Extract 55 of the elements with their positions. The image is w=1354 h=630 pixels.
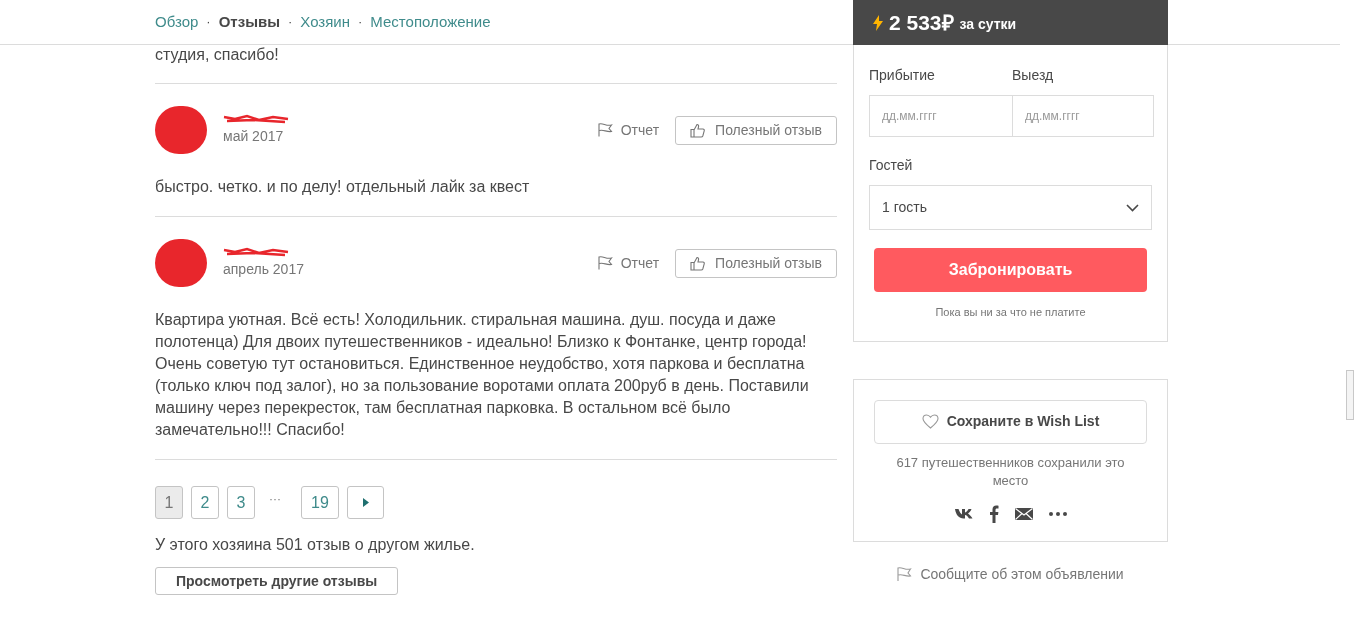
next-arrow-icon bbox=[362, 498, 369, 507]
other-reviews-button[interactable]: Просмотреть другие отзывы bbox=[155, 567, 399, 595]
page-button[interactable]: 19 bbox=[301, 486, 339, 519]
book-button[interactable]: Забронировать bbox=[874, 248, 1147, 292]
page-button[interactable]: 1 bbox=[155, 486, 183, 519]
price: 2 533₽ bbox=[889, 9, 954, 36]
guests-select[interactable]: 1 гость bbox=[869, 185, 1152, 230]
avatar bbox=[155, 239, 207, 287]
flag-icon bbox=[597, 256, 613, 270]
host-reviews-note: У этого хозяина 501 отзыв о другом жилье. bbox=[155, 535, 476, 555]
thumbs-up-icon bbox=[690, 122, 706, 138]
report-link[interactable]: Отчет bbox=[597, 119, 660, 141]
checkin-field[interactable]: дд.мм.гггг bbox=[869, 95, 1013, 137]
avatar bbox=[155, 106, 207, 154]
flag-icon bbox=[597, 123, 613, 137]
thumbs-up-icon bbox=[690, 255, 706, 271]
nav-tab[interactable]: Обзор bbox=[155, 10, 199, 34]
scrollbar-thumb[interactable] bbox=[1346, 370, 1354, 420]
chevron-down-icon bbox=[1126, 203, 1139, 212]
page-button[interactable]: 2 bbox=[191, 486, 219, 519]
nav-separator: · bbox=[206, 13, 211, 32]
payment-note: Пока вы ни за что не платите bbox=[934, 305, 1087, 320]
field-label: Выезд bbox=[1012, 66, 1054, 85]
heart-icon bbox=[921, 414, 939, 429]
vk-icon[interactable] bbox=[954, 508, 973, 519]
price-period: за сутки bbox=[959, 14, 1017, 34]
flag-icon bbox=[897, 566, 913, 582]
report-link[interactable]: Отчет bbox=[597, 252, 660, 274]
lightning-icon bbox=[873, 14, 883, 31]
facebook-icon[interactable] bbox=[988, 504, 999, 523]
review-text: Квартира уютная. Всё есть! Холодильник. стиральная машина. душ. посуда и даже полотенца) Для двоих путешественников - идеально! Близко к Фонтанке, центр города! Очень советую тут остановиться. Единственное неудобство, хотя паркова и бесплатна (только ключ под залог), но за пользование воротами оплата 200руб в день. Поставили машину через перекресток, там бесплатная парковка. В остальном всё было замечательно!!! Спасибо! bbox=[155, 310, 810, 440]
mail-icon[interactable] bbox=[1014, 507, 1033, 520]
helpful-button[interactable]: Полезный отзыв bbox=[675, 115, 837, 145]
redaction-scribble bbox=[223, 246, 289, 257]
redaction-scribble bbox=[223, 113, 289, 124]
page-button[interactable]: 3 bbox=[227, 486, 255, 519]
review-text: быстро. четко. и по делу! отдельный лайк за квест bbox=[155, 177, 531, 197]
field-label: Гостей bbox=[869, 156, 914, 175]
nav-separator: · bbox=[358, 13, 363, 32]
saved-count-text: 617 путешественников сохранили это место bbox=[895, 453, 1126, 490]
wishlist-button[interactable]: Сохраните в Wish List bbox=[874, 399, 1147, 444]
review-date: апрель 2017 bbox=[223, 259, 304, 279]
nav-separator: · bbox=[288, 13, 293, 32]
nav-tab[interactable]: Местоположение bbox=[370, 10, 491, 34]
next-page-button[interactable] bbox=[347, 486, 384, 519]
checkout-field[interactable]: дд.мм.гггг bbox=[1013, 95, 1154, 137]
field-label: Прибытие bbox=[869, 66, 936, 85]
nav-tab[interactable]: Хозяин bbox=[300, 10, 350, 34]
review-date: май 2017 bbox=[223, 126, 285, 146]
nav-tab[interactable]: Отзывы bbox=[218, 10, 280, 34]
more-icon[interactable] bbox=[1048, 511, 1067, 516]
review-text: студия, спасибо! bbox=[155, 45, 280, 65]
page-ellipsis: ··· bbox=[268, 490, 282, 508]
report-listing-link[interactable]: Сообщите об этом объявлении bbox=[853, 563, 1168, 585]
helpful-button[interactable]: Полезный отзыв bbox=[675, 248, 837, 278]
